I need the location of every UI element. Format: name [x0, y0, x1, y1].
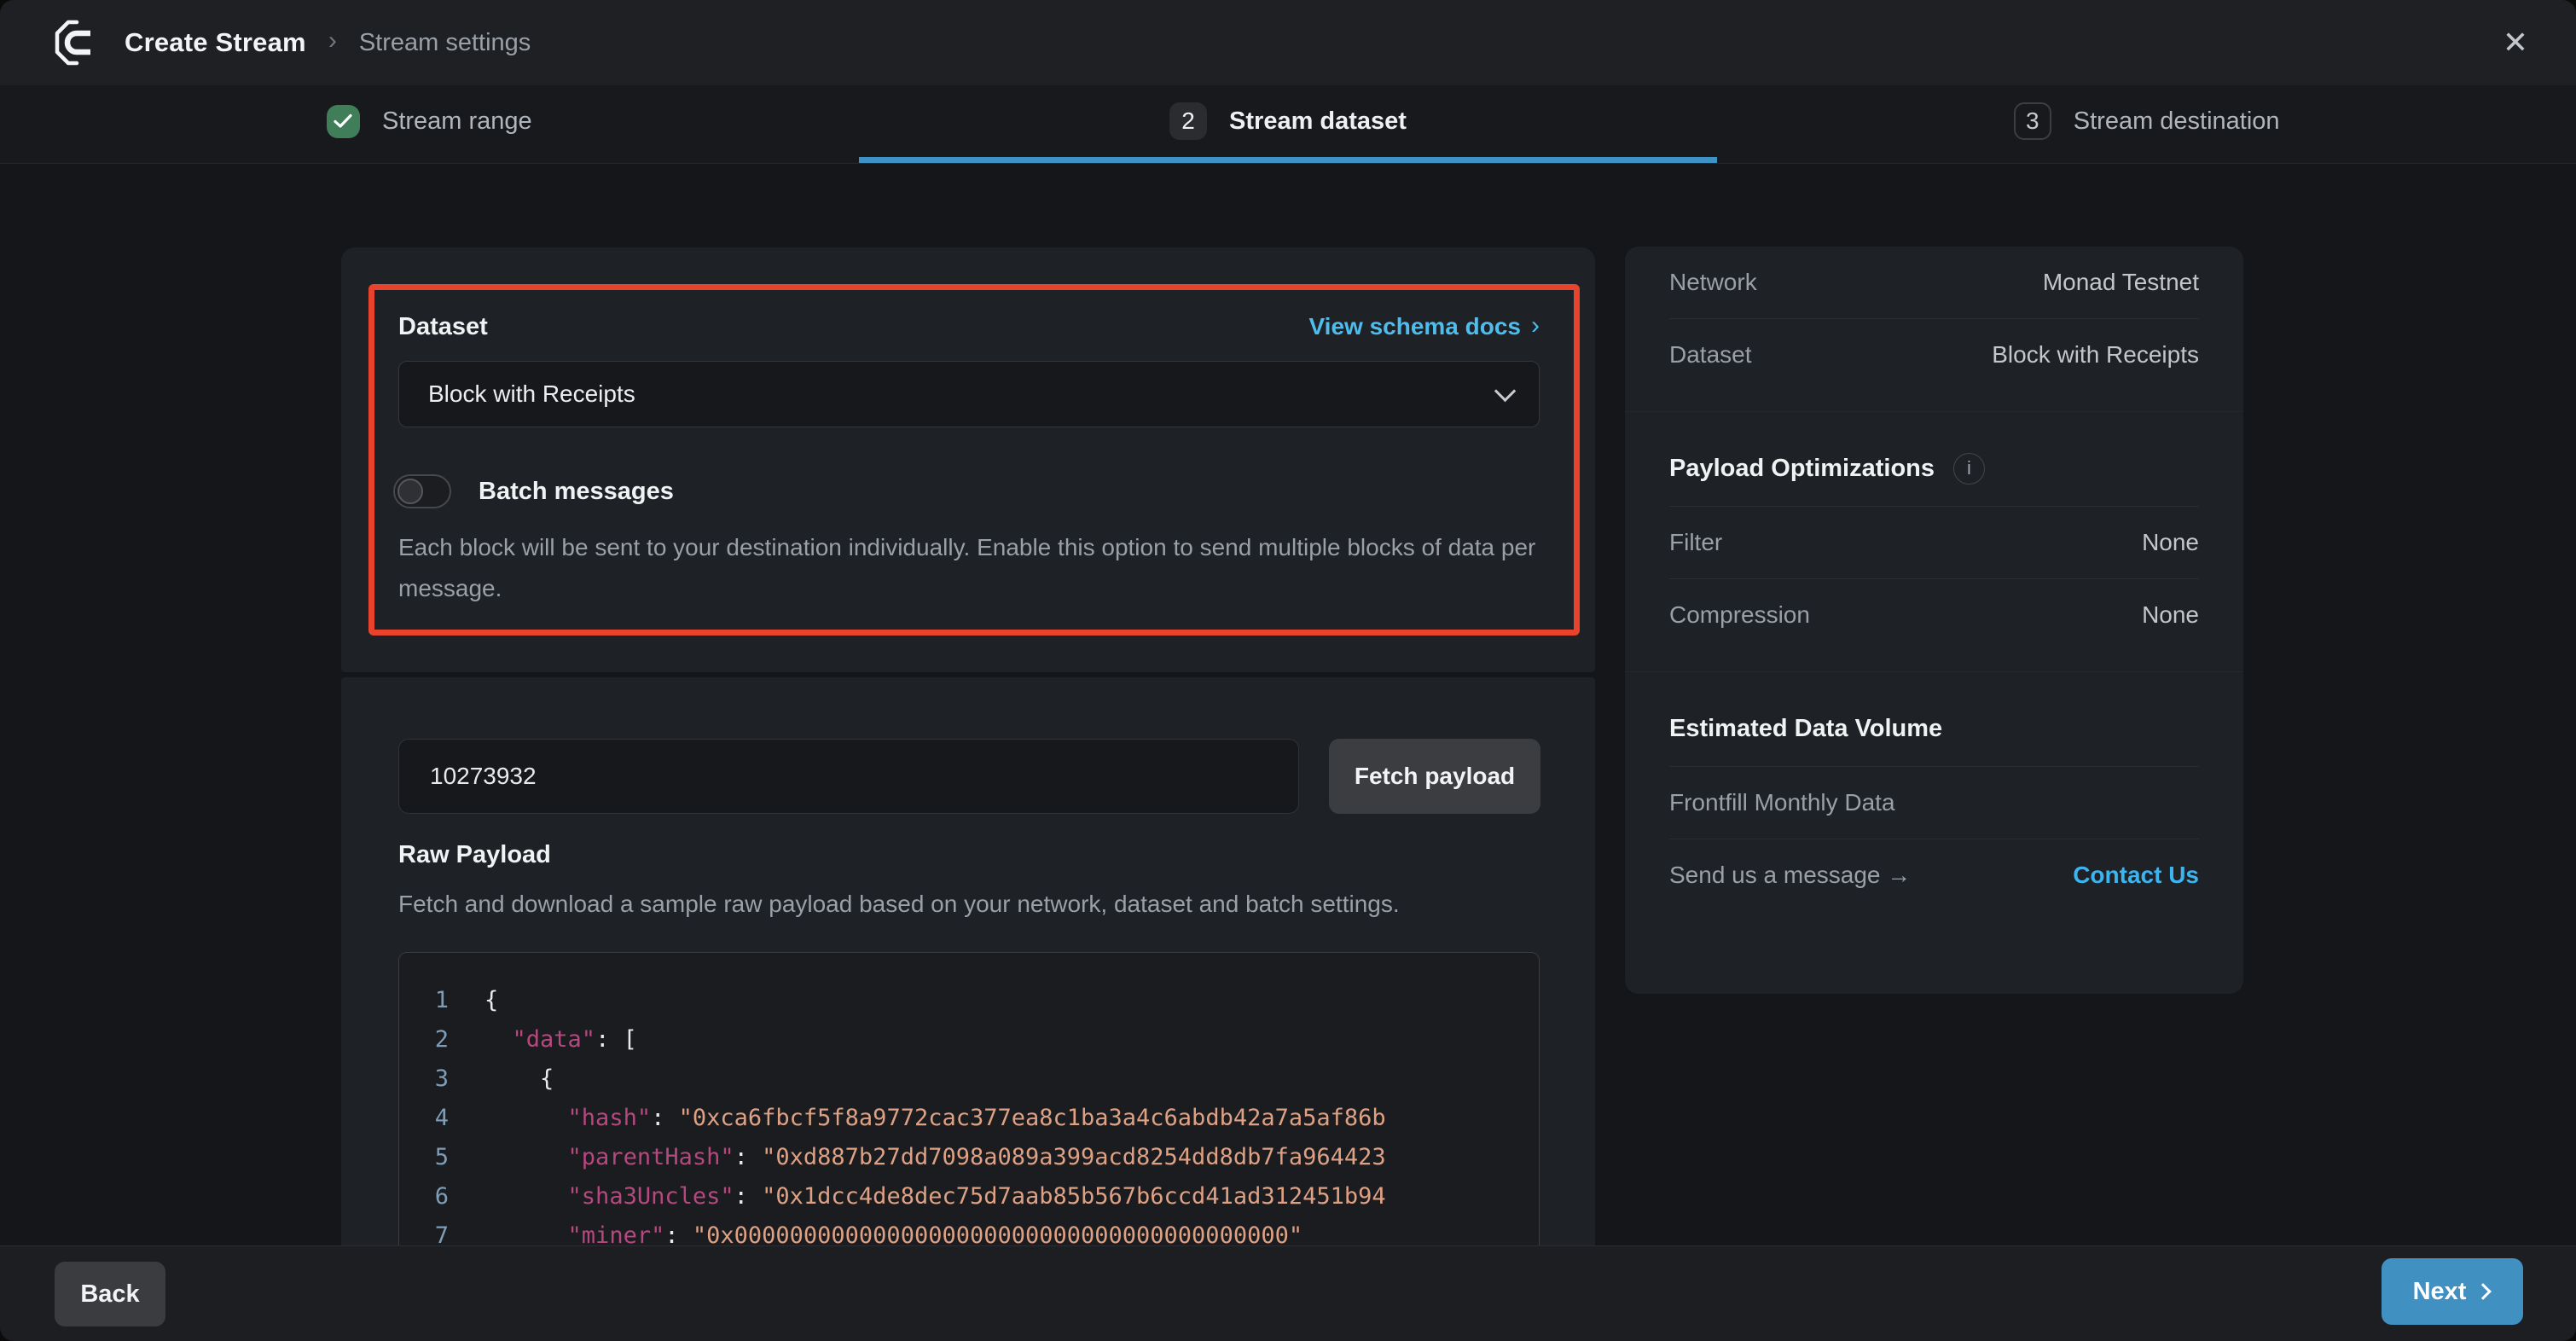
section-divider	[1625, 411, 2243, 412]
payload-optimizations-header: Payload Optimizations i	[1669, 431, 2199, 506]
code-segment	[484, 1222, 568, 1249]
raw-payload-description: Fetch and download a sample raw payload …	[398, 891, 1400, 918]
page-title: Create Stream	[125, 27, 306, 58]
code-segment: "parentHash"	[568, 1144, 734, 1170]
footer-bar: Back Next	[0, 1245, 2576, 1341]
row-label: Frontfill Monthly Data	[1669, 789, 1895, 816]
code-segment: "0xca6fbcf5f8a9772cac377ea8c1ba3a4c6abdb…	[679, 1105, 1386, 1131]
line-number: 3	[399, 1065, 449, 1092]
row-value: Monad Testnet	[2043, 269, 2199, 296]
breadcrumb: Stream settings	[359, 29, 531, 57]
estimated-data-volume-header: Estimated Data Volume	[1669, 691, 2199, 766]
step-stream-range[interactable]: Stream range	[0, 85, 859, 163]
line-number: 1	[399, 987, 449, 1013]
step-stream-dataset[interactable]: 2 Stream dataset	[859, 85, 1718, 163]
info-icon[interactable]: i	[1953, 453, 1985, 485]
code-segment: :	[734, 1183, 763, 1210]
code-segment: "0x1dcc4de8dec75d7aab85b567b6ccd41ad3124…	[762, 1183, 1386, 1210]
code-lines: 1{2 "data": [3 {4 "hash": "0xca6fbcf5f8a…	[399, 980, 1539, 1255]
schema-link-text: View schema docs	[1309, 313, 1522, 340]
step-label: Stream dataset	[1229, 107, 1407, 136]
summary-row-dataset: Dataset Block with Receipts	[1669, 319, 2199, 391]
block-number-input[interactable]	[398, 739, 1299, 814]
step-label: Stream destination	[2074, 107, 2280, 136]
summary-row-network: Network Monad Testnet	[1669, 247, 2199, 318]
row-label: Send us a message →	[1669, 862, 1911, 889]
row-value: Block with Receipts	[1992, 341, 2199, 369]
step-number-badge: 3	[2014, 102, 2051, 140]
chevron-right-icon: ›	[1531, 311, 1540, 340]
code-segment: :	[664, 1222, 693, 1249]
code-line: 3 {	[399, 1059, 1539, 1098]
row-label: Network	[1669, 269, 1757, 296]
step-label: Stream range	[382, 107, 532, 136]
code-line: 6 "sha3Uncles": "0x1dcc4de8dec75d7aab85b…	[399, 1176, 1539, 1216]
code-segment: "miner"	[568, 1222, 665, 1249]
code-segment: :	[651, 1105, 679, 1131]
dataset-label: Dataset	[398, 313, 488, 341]
code-segment: {	[484, 987, 498, 1013]
stream-summary-card: Network Monad Testnet Dataset Block with…	[1625, 247, 2243, 994]
section-title: Estimated Data Volume	[1669, 715, 1942, 743]
line-number: 2	[399, 1026, 449, 1053]
view-schema-docs-link[interactable]: View schema docs ›	[1309, 312, 1540, 341]
line-number: 6	[399, 1183, 449, 1210]
dataset-card: Dataset View schema docs › Block with Re…	[341, 247, 1595, 672]
batch-messages-toggle[interactable]	[393, 474, 451, 508]
code-segment: "0xd887b27dd7098a089a399acd8254dd8db7fa9…	[762, 1144, 1386, 1170]
code-segment	[484, 1144, 568, 1170]
app-logo-icon	[51, 19, 102, 67]
code-segment: :	[734, 1144, 763, 1170]
summary-row-contact: Send us a message → Contact Us	[1669, 839, 2199, 911]
section-title: Payload Optimizations	[1669, 455, 1935, 483]
check-icon	[327, 105, 360, 138]
step-stream-destination[interactable]: 3 Stream destination	[1717, 85, 2576, 163]
dataset-select[interactable]: Block with Receipts	[398, 361, 1540, 427]
row-value: None	[2142, 601, 2199, 629]
step-number-badge: 2	[1169, 102, 1207, 140]
line-number: 7	[399, 1222, 449, 1249]
toggle-knob	[397, 479, 423, 504]
section-divider	[1625, 671, 2243, 672]
code-line: 4 "hash": "0xca6fbcf5f8a9772cac377ea8c1b…	[399, 1098, 1539, 1137]
code-segment: : [	[595, 1026, 637, 1053]
next-button-label: Next	[2413, 1278, 2467, 1306]
code-segment	[484, 1026, 513, 1053]
payload-card: Fetch payload Raw Payload Fetch and down…	[341, 677, 1595, 1297]
code-segment	[484, 1183, 568, 1210]
next-button[interactable]: Next	[2382, 1258, 2523, 1325]
summary-row-filter: Filter None	[1669, 507, 2199, 578]
breadcrumb-chevron-icon: ›	[328, 26, 337, 55]
summary-row-compression: Compression None	[1669, 579, 2199, 651]
code-line: 1{	[399, 980, 1539, 1019]
create-stream-modal: Create Stream › Stream settings ✕ Stream…	[0, 0, 2576, 1341]
line-number: 4	[399, 1105, 449, 1131]
code-segment: "hash"	[568, 1105, 652, 1131]
code-segment: {	[484, 1065, 554, 1092]
code-line: 5 "parentHash": "0xd887b27dd7098a089a399…	[399, 1137, 1539, 1176]
chevron-right-icon	[2475, 1283, 2492, 1300]
stepper: Stream range 2 Stream dataset 3 Stream d…	[0, 85, 2576, 164]
batch-messages-description: Each block will be sent to your destinat…	[398, 527, 1550, 609]
line-number: 5	[399, 1144, 449, 1170]
dataset-select-value: Block with Receipts	[428, 380, 635, 408]
chevron-down-icon	[1494, 380, 1516, 402]
row-label: Dataset	[1669, 341, 1752, 369]
top-bar: Create Stream › Stream settings ✕	[0, 0, 2576, 85]
close-icon[interactable]: ✕	[2503, 27, 2528, 58]
row-label: Compression	[1669, 601, 1810, 629]
summary-row-frontfill: Frontfill Monthly Data	[1669, 767, 2199, 839]
row-label: Filter	[1669, 529, 1722, 556]
code-segment: "data"	[513, 1026, 596, 1053]
code-segment	[484, 1105, 568, 1131]
fetch-payload-button[interactable]: Fetch payload	[1329, 739, 1540, 814]
row-value: None	[2142, 529, 2199, 556]
raw-payload-heading: Raw Payload	[398, 841, 551, 869]
code-segment: "sha3Uncles"	[568, 1183, 734, 1210]
code-line: 2 "data": [	[399, 1019, 1539, 1059]
batch-messages-label: Batch messages	[479, 478, 674, 506]
contact-us-link[interactable]: Contact Us	[2073, 862, 2199, 889]
back-button[interactable]: Back	[55, 1262, 165, 1326]
code-segment: "0x0000000000000000000000000000000000000…	[693, 1222, 1303, 1249]
